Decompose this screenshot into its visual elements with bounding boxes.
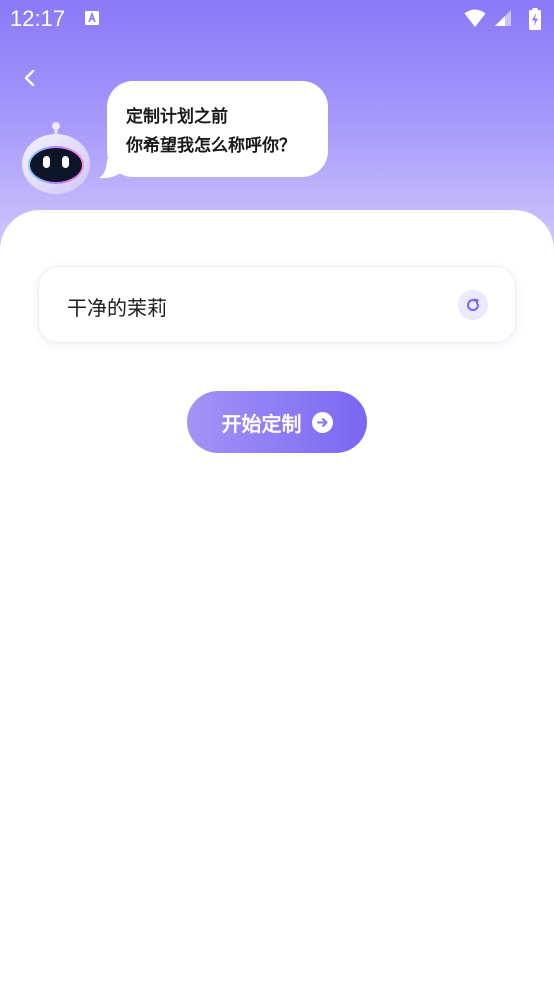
back-button[interactable] <box>16 64 44 92</box>
nickname-value: 干净的茉莉 <box>67 296 167 320</box>
bubble-tail <box>99 159 121 179</box>
nickname-field[interactable]: 干净的茉莉 <box>38 266 516 343</box>
chevron-left-icon <box>24 69 35 87</box>
robot-avatar <box>22 122 90 194</box>
refresh-nickname-button[interactable] <box>458 290 488 320</box>
status-icons <box>446 8 546 30</box>
battery-charging-icon <box>529 8 541 30</box>
cellular-signal-icon <box>495 10 511 26</box>
status-bar: 12:17 <box>0 0 554 38</box>
status-time: 12:17 <box>10 6 66 31</box>
speech-bubble: 定制计划之前 你希望我怎么称呼你？ <box>99 81 328 179</box>
refresh-icon <box>467 298 480 311</box>
bubble-text-line2: 你希望我怎么称呼你？ <box>126 136 296 156</box>
start-customize-button[interactable]: 开始定制 <box>187 391 367 453</box>
start-button-label: 开始定制 <box>221 411 302 436</box>
text-a-icon <box>85 11 99 25</box>
arrow-right-circle-icon <box>311 411 333 433</box>
wifi-icon <box>464 9 486 27</box>
bubble-text-line1: 定制计划之前 <box>126 107 228 127</box>
